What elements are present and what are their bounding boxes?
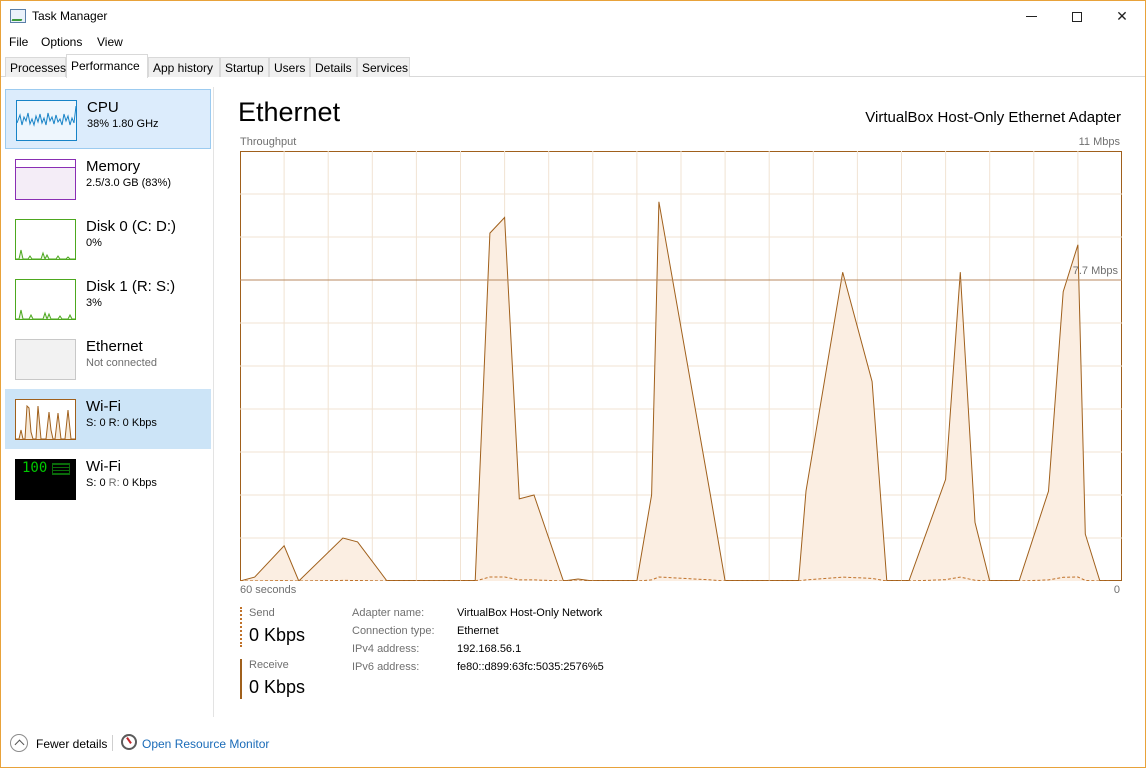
marker-label: 7.7 Mbps (1073, 265, 1119, 277)
property-key: Connection type: (352, 625, 435, 637)
receive-stat: Receive 0 Kbps (240, 659, 340, 699)
tab-strip: Processes Performance App history Startu… (1, 54, 1145, 78)
disk0-thumbnail (15, 219, 76, 260)
zero-label: 0 (1113, 584, 1120, 596)
sidebar-item-label: Disk 1 (R: S:) (86, 278, 176, 295)
open-resource-monitor-link[interactable]: Open Resource Monitor (142, 737, 269, 751)
disk1-thumbnail (15, 279, 76, 320)
sidebar-item-value: 2.5/3.0 GB (83%) (86, 177, 171, 189)
sidebar-item-label: Disk 0 (C: D:) (86, 218, 176, 235)
sidebar-item-memory[interactable]: Memory 2.5/3.0 GB (83%) (5, 149, 211, 209)
menu-file[interactable]: File (9, 35, 28, 49)
close-icon: ✕ (1116, 8, 1128, 25)
property-value: 192.168.56.1 (457, 643, 522, 655)
footer-separator (112, 735, 113, 751)
tab-startup[interactable]: Startup (220, 57, 269, 77)
wifi-thumbnail (15, 399, 76, 440)
tab-app-history[interactable]: App history (148, 57, 220, 77)
window-title: Task Manager (32, 9, 108, 23)
property-key: IPv6 address: (352, 661, 420, 673)
property-value: fe80::d899:63fc:5035:2576%5 (457, 661, 604, 673)
wifi2-recv-text: 0 Kbps (119, 477, 157, 489)
task-manager-icon (10, 9, 26, 23)
sidebar-item-value: S: 0 R: 0 Kbps (86, 417, 157, 429)
receive-value: 0 Kbps (249, 677, 306, 697)
chevron-up-icon[interactable] (10, 734, 28, 752)
fewer-details-button[interactable]: Fewer details (36, 737, 107, 751)
wifi2-overlay-value: 100 (22, 460, 48, 476)
maximize-icon (1072, 11, 1082, 22)
wifi2-recv-prefix: R: (108, 477, 120, 489)
task-manager-window: Task Manager ✕ File Options View Process… (0, 0, 1146, 768)
sidebar-item-value: Not connected (86, 357, 157, 369)
send-label: Send (249, 607, 275, 619)
cpu-mini-graph (17, 105, 76, 127)
panel-divider (213, 87, 214, 717)
property-value: VirtualBox Host-Only Network (457, 607, 603, 619)
title-bar: Task Manager ✕ (1, 1, 1145, 32)
page-title: Ethernet (238, 97, 341, 127)
sidebar-item-label: Ethernet (86, 338, 143, 355)
receive-label: Receive (249, 659, 289, 671)
memory-thumbnail (15, 159, 76, 200)
wifi2-meter-icon (52, 463, 70, 475)
wifi-mini-graph (16, 404, 75, 439)
resource-monitor-icon (121, 734, 137, 750)
sidebar-item-cpu[interactable]: CPU 38% 1.80 GHz (5, 89, 211, 149)
tab-performance[interactable]: Performance (66, 54, 148, 78)
resource-list: CPU 38% 1.80 GHz Memory 2.5/3.0 GB (83%)… (5, 87, 211, 717)
menu-view[interactable]: View (97, 35, 123, 49)
close-button[interactable]: ✕ (1099, 1, 1145, 32)
property-key: IPv4 address: (352, 643, 420, 655)
throughput-chart: 7.7 Mbps (240, 151, 1122, 581)
tab-processes[interactable]: Processes (5, 57, 66, 77)
time-span-label: 60 seconds (240, 584, 297, 596)
disk1-mini-graph (16, 309, 75, 319)
sidebar-item-value: S: 0 R: 0 Kbps (86, 477, 157, 489)
tab-users[interactable]: Users (269, 57, 310, 77)
sidebar-item-label: Memory (86, 158, 141, 175)
sidebar-item-disk-1[interactable]: Disk 1 (R: S:) 3% (5, 269, 211, 329)
minimize-button[interactable] (1008, 1, 1054, 32)
menu-bar: File Options View (1, 32, 1145, 52)
sidebar-item-label: Wi-Fi (86, 458, 121, 475)
wifi2-send-text: S: 0 (86, 477, 109, 489)
disk0-mini-graph (16, 249, 75, 259)
throughput-label: Throughput (240, 136, 297, 148)
sidebar-item-disk-0[interactable]: Disk 0 (C: D:) 0% (5, 209, 211, 269)
sidebar-item-value: 0% (86, 237, 102, 249)
menu-options[interactable]: Options (41, 35, 82, 49)
cpu-thumbnail (16, 100, 77, 141)
sidebar-item-label: Wi-Fi (86, 398, 121, 415)
sidebar-item-label: CPU (87, 99, 119, 116)
send-stat: Send 0 Kbps (240, 607, 340, 647)
maximize-button[interactable] (1054, 1, 1100, 32)
memory-fill (16, 167, 75, 199)
ethernet-thumbnail (15, 339, 76, 380)
sidebar-item-value: 38% 1.80 GHz (87, 118, 159, 130)
tab-services[interactable]: Services (357, 57, 410, 77)
footer: Fewer details Open Resource Monitor (1, 729, 1145, 759)
max-scale-label: 11 Mbps (1078, 136, 1120, 148)
minimize-icon (1025, 16, 1037, 17)
sidebar-item-value: 3% (86, 297, 102, 309)
property-key: Adapter name: (352, 607, 425, 619)
sidebar-item-ethernet[interactable]: Ethernet Not connected (5, 329, 211, 389)
send-value: 0 Kbps (249, 625, 306, 645)
tab-details[interactable]: Details (310, 57, 357, 77)
property-value: Ethernet (457, 625, 499, 637)
adapter-description: VirtualBox Host-Only Ethernet Adapter (865, 109, 1121, 126)
sidebar-item-wifi-2[interactable]: 100 Wi-Fi S: 0 R: 0 Kbps (5, 449, 211, 509)
wifi2-thumbnail: 100 (15, 459, 76, 500)
sidebar-item-wifi[interactable]: Wi-Fi S: 0 R: 0 Kbps (5, 389, 211, 449)
